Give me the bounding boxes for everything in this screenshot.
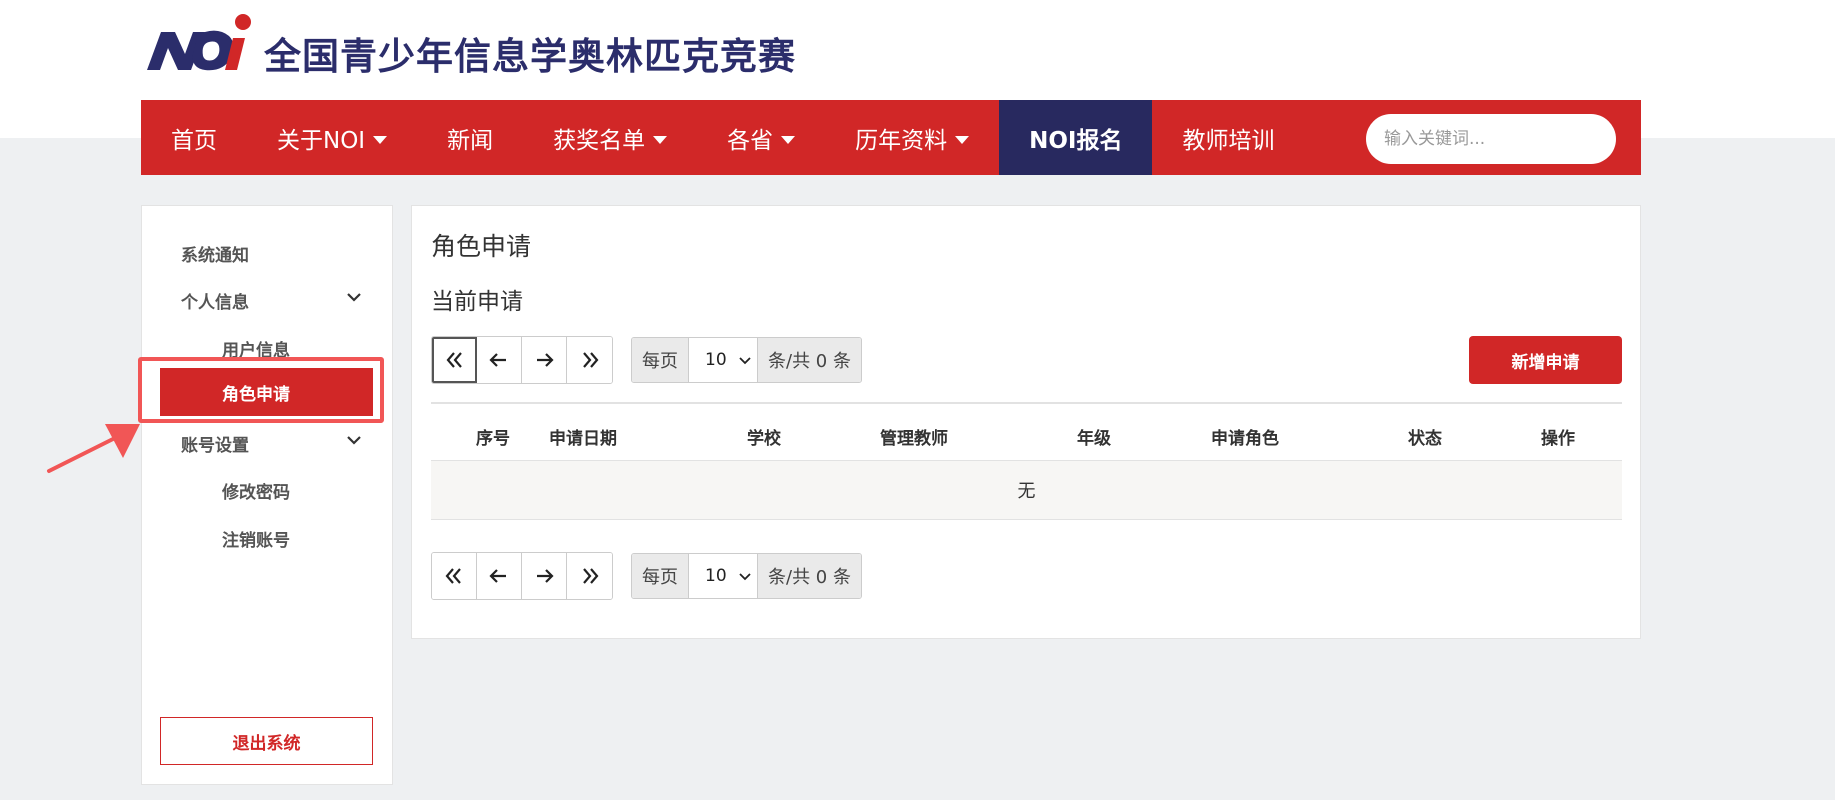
nav-item-label: NOI报名 [1029,127,1123,154]
double-chevron-left-icon [445,568,461,584]
nav-item-winners[interactable]: 获奖名单 [523,100,697,175]
table-empty-row: 无 [431,461,1622,520]
double-chevron-right-icon [582,568,598,584]
nav-item-label: 首页 [171,127,217,154]
total-count-label: 条/共 0 条 [758,554,861,598]
chevron-down-icon[interactable] [346,434,362,446]
table-header: 序号 申请日期 学校 管理教师 年级 申请角色 状态 操作 [431,402,1622,461]
noi-logo[interactable] [141,12,253,74]
column-header-status[interactable]: 状态 [1408,424,1442,449]
annotation-highlight-box [138,357,384,423]
page-title: 角色申请 [431,232,532,261]
noi-logo-icon [147,14,251,71]
search-box [1366,114,1616,164]
sidebar-item-delete-account[interactable]: 注销账号 [222,526,290,551]
prev-page-button[interactable] [477,337,522,383]
caret-down-icon [955,135,970,144]
column-header-teacher[interactable]: 管理教师 [880,424,948,449]
arrow-left-icon [489,353,506,367]
nav-item-label: 各省 [727,127,774,154]
prev-page-button[interactable] [477,553,522,599]
per-page-label: 每页 [632,554,688,598]
arrow-right-icon [537,353,554,367]
caret-down-icon [781,135,796,144]
first-page-button[interactable] [432,337,477,383]
chevron-down-icon [739,573,751,581]
caret-down-icon [653,135,668,144]
first-page-button[interactable] [432,553,477,599]
nav-item-label: 教师培训 [1182,127,1275,154]
double-chevron-left-icon [446,352,462,368]
nav-item-teacher-training[interactable]: 教师培训 [1152,100,1304,175]
total-count-label: 条/共 0 条 [758,338,861,382]
column-header-date[interactable]: 申请日期 [549,424,617,449]
main-navbar: 首页 关于NOI 新闻 获奖名单 各省 历年资料 NOI报名 教师培训 [141,100,1641,175]
caret-down-icon [373,135,388,144]
sidebar-item-label: 个人信息 [181,293,249,313]
nav-item-news[interactable]: 新闻 [417,100,523,175]
per-page-select[interactable]: 10 [688,554,758,598]
nav-item-label: 新闻 [447,127,494,154]
site-title: 全国青少年信息学奥林匹克竞赛 [264,35,796,78]
nav-item-label: 历年资料 [855,127,948,154]
logout-button[interactable]: 退出系统 [160,717,373,765]
sidebar-item-label: 注销账号 [222,531,290,551]
pager-bottom: 每页 10 条/共 0 条 [431,552,862,600]
column-header-index[interactable]: 序号 [476,424,510,449]
sidebar-item-personal-info[interactable]: 个人信息 [181,288,249,313]
column-header-actions[interactable]: 操作 [1541,424,1575,449]
chevron-down-icon [739,357,751,365]
last-page-button[interactable] [567,337,612,383]
arrow-right-icon [537,569,554,583]
column-header-grade[interactable]: 年级 [1077,424,1111,449]
section-title: 当前申请 [431,289,523,315]
pager-buttons [431,552,613,600]
per-page-value: 10 [705,566,727,586]
per-page-label: 每页 [632,338,688,382]
per-page-group: 每页 10 条/共 0 条 [631,337,862,383]
nav-item-label: 关于NOI [277,127,366,154]
sidebar-item-label: 账号设置 [181,436,249,456]
next-page-button[interactable] [522,337,567,383]
search-input[interactable] [1384,129,1603,149]
next-page-button[interactable] [522,553,567,599]
nav-item-provinces[interactable]: 各省 [697,100,825,175]
nav-item-about[interactable]: 关于NOI [247,100,417,175]
column-header-school[interactable]: 学校 [747,424,781,449]
pager-buttons [431,336,613,384]
per-page-group: 每页 10 条/共 0 条 [631,553,862,599]
arrow-left-icon [489,569,506,583]
double-chevron-right-icon [582,352,598,368]
chevron-down-icon[interactable] [346,291,362,303]
per-page-select[interactable]: 10 [688,338,758,382]
nav-item-label: 获奖名单 [553,127,646,154]
per-page-value: 10 [705,350,727,370]
sidebar-item-account-settings[interactable]: 账号设置 [181,431,249,456]
sidebar-item-notifications[interactable]: 系统通知 [181,241,249,266]
sidebar: 系统通知 个人信息 用户信息 角色申请 账号设置 修改密码 注销账号 退出系统 [141,205,393,785]
add-application-button[interactable]: 新增申请 [1469,336,1622,384]
pager-top: 每页 10 条/共 0 条 [431,336,862,384]
nav-item-archives[interactable]: 历年资料 [825,100,999,175]
last-page-button[interactable] [567,553,612,599]
sidebar-item-label: 系统通知 [181,246,249,266]
nav-item-noi-registration[interactable]: NOI报名 [999,100,1153,175]
sidebar-item-label: 修改密码 [222,483,290,503]
annotation-arrow-icon [47,424,140,473]
nav-item-home[interactable]: 首页 [141,100,247,175]
applications-table: 序号 申请日期 学校 管理教师 年级 申请角色 状态 操作 无 [431,402,1622,520]
column-header-role[interactable]: 申请角色 [1211,424,1279,449]
main-content: 角色申请 当前申请 每页 10 条/共 0 条 新增申请 序号 申请日期 学校 … [411,205,1641,639]
sidebar-item-change-password[interactable]: 修改密码 [222,478,290,503]
